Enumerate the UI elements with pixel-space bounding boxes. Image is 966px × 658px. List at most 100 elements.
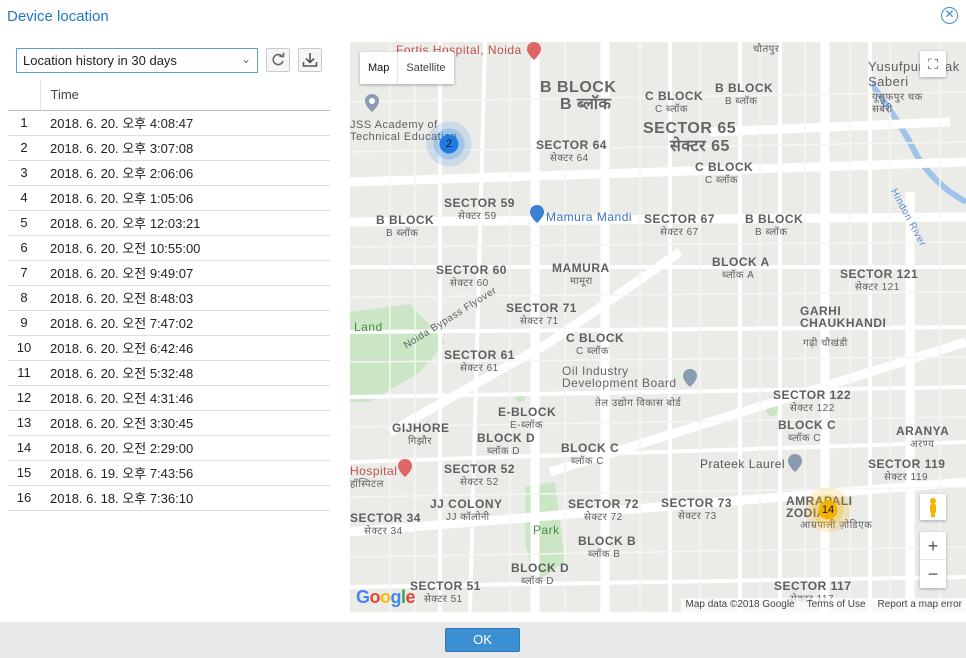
row-index: 10: [8, 335, 40, 361]
row-time: 2018. 6. 20. 오후 4:08:47: [40, 110, 330, 136]
table-row[interactable]: 7 2018. 6. 20. 오전 9:49:07: [8, 260, 330, 286]
map-label-sector119-hi: सेक्टर 119: [884, 472, 929, 483]
map-label-block-c-122: BLOCK C: [778, 418, 837, 432]
row-index: 13: [8, 410, 40, 436]
map-label-c-block-65-hi: C ब्लॉक: [705, 175, 739, 186]
zoom-out-button[interactable]: −: [920, 560, 946, 588]
table-row[interactable]: 15 2018. 6. 19. 오후 7:43:56: [8, 460, 330, 486]
table-row[interactable]: 12 2018. 6. 20. 오전 4:31:46: [8, 385, 330, 411]
map-label-yusufpur-hi: यूसुफपुर चक सबेरी: [872, 92, 923, 115]
map-label-oil-board: Oil Industry Development Board: [562, 364, 677, 390]
table-row[interactable]: 5 2018. 6. 20. 오후 12:03:21: [8, 210, 330, 236]
table-row[interactable]: 4 2018. 6. 20. 오후 1:05:06: [8, 185, 330, 211]
row-time: 2018. 6. 20. 오전 5:32:48: [40, 360, 330, 386]
map-label-sector71-hi: सेक्टर 71: [520, 316, 559, 327]
row-index: 3: [8, 160, 40, 186]
map-label-sector59-hi: सेक्टर 59: [458, 211, 497, 222]
map-label-block-b-hi: ब्लॉक B: [588, 549, 621, 560]
row-index: 12: [8, 385, 40, 411]
row-time: 2018. 6. 20. 오전 7:47:02: [40, 310, 330, 336]
map-label-gijhore-hi: गिझौर: [408, 436, 432, 447]
table-row[interactable]: 16 2018. 6. 18. 오후 7:36:10: [8, 485, 330, 511]
refresh-icon: [272, 52, 285, 66]
map-label-land: Land: [354, 320, 383, 334]
map-view[interactable]: Fortis Hospital, Noida B BLOCK B ब्लॉक C…: [350, 42, 966, 612]
zoom-in-button[interactable]: +: [920, 532, 946, 560]
table-row[interactable]: 11 2018. 6. 20. 오전 5:32:48: [8, 360, 330, 386]
map-label-aranya: ARANYA: [896, 424, 950, 438]
map-label-mamura: MAMURA: [552, 261, 610, 275]
shopping-pin-icon[interactable]: [530, 205, 544, 223]
map-type-satellite-button[interactable]: Satellite: [398, 52, 453, 84]
map-label-sector67-hi: सेक्टर 67: [660, 227, 699, 238]
map-label-sector73: SECTOR 73: [661, 496, 732, 510]
map-label-prateek: Prateek Laurel: [700, 457, 786, 471]
map-label-sector60-hi: सेक्टर 60: [450, 278, 489, 289]
residential-pin-icon[interactable]: [788, 454, 802, 472]
map-label-b-block-59: B BLOCK: [376, 213, 435, 227]
place-pin-icon[interactable]: [365, 94, 379, 112]
map-label-block-d2: BLOCK D: [511, 561, 570, 575]
hospital-pin-icon[interactable]: [527, 42, 541, 60]
map-label-hospital: Hospital: [350, 464, 398, 478]
map-label-block-a: BLOCK A: [712, 255, 770, 269]
download-icon: [302, 53, 318, 67]
map-label-sector121: SECTOR 121: [840, 267, 919, 281]
row-time: 2018. 6. 18. 오후 7:36:10: [40, 485, 330, 511]
table-row[interactable]: 3 2018. 6. 20. 오후 2:06:06: [8, 160, 330, 186]
range-select[interactable]: Location history in 30 days ⌄: [16, 48, 258, 73]
map-label-b-block: B BLOCK: [540, 79, 617, 96]
refresh-button[interactable]: [266, 48, 290, 72]
map-label-c-block-71: C BLOCK: [566, 331, 625, 345]
table-row[interactable]: 6 2018. 6. 20. 오전 10:55:00: [8, 235, 330, 261]
street-view-button[interactable]: [920, 494, 946, 520]
fullscreen-button[interactable]: ⛶: [920, 51, 946, 77]
close-icon[interactable]: ✕: [941, 7, 958, 24]
map-label-block-d-hi: ब्लॉक D: [487, 446, 521, 457]
map-label-mamura-mandi: Mamura Mandi: [546, 210, 633, 224]
table-row[interactable]: 8 2018. 6. 20. 오전 8:48:03: [8, 285, 330, 311]
map-label-block-a-hi: ब्लॉक A: [722, 270, 755, 281]
table-row[interactable]: 10 2018. 6. 20. 오전 6:42:46: [8, 335, 330, 361]
map-label-b-block-hi: B ब्लॉक: [560, 96, 612, 113]
location-history-panel: Location history in 30 days ⌄ Time 1 2018…: [8, 42, 330, 612]
map-label-jj-colony: JJ COLONY: [430, 497, 503, 511]
map-label-sector121-hi: सेक्टर 121: [855, 282, 900, 293]
map-label-block-d2-hi: ब्लॉक D: [521, 576, 555, 587]
table-row[interactable]: 2 2018. 6. 20. 오후 3:07:08: [8, 135, 330, 161]
map-label-b-block-59-hi: B ब्लॉक: [386, 228, 419, 239]
map-label-sector71: SECTOR 71: [506, 301, 577, 315]
map-type-map-button[interactable]: Map: [360, 52, 399, 84]
terms-of-use-link[interactable]: Terms of Use: [807, 598, 866, 612]
col-time-header[interactable]: Time: [40, 80, 330, 111]
map-label-block-c: BLOCK C: [561, 441, 620, 455]
map-label-block-b: BLOCK B: [578, 534, 637, 548]
map-type-control: Map Satellite: [360, 52, 454, 84]
map-label-oil-board-hi: तेल उद्योग विकास बोर्ड: [595, 398, 682, 409]
hospital-pin-icon[interactable]: [398, 459, 412, 477]
map-label-sector34: SECTOR 34: [350, 511, 421, 525]
row-time: 2018. 6. 20. 오후 12:03:21: [40, 210, 330, 236]
zoom-control: + −: [920, 532, 946, 588]
map-label-sector122-hi: सेक्टर 122: [790, 403, 835, 414]
building-pin-icon[interactable]: [683, 369, 697, 387]
location-cluster-marker[interactable]: 14: [805, 487, 851, 533]
table-row[interactable]: 9 2018. 6. 20. 오전 7:47:02: [8, 310, 330, 336]
download-button[interactable]: [298, 48, 322, 72]
map-data-attribution: Map data ©2018 Google: [685, 599, 795, 610]
map-label-sector72-hi: सेक्टर 72: [584, 512, 623, 523]
report-map-error-link[interactable]: Report a map error: [878, 598, 962, 612]
map-label-block-c-hi: ब्लॉक C: [571, 456, 605, 467]
location-cluster-marker[interactable]: 2: [426, 121, 472, 167]
table-row[interactable]: 1 2018. 6. 20. 오후 4:08:47: [8, 110, 330, 136]
ok-button[interactable]: OK: [445, 628, 520, 652]
map-label-c-block: C BLOCK: [645, 89, 704, 103]
row-index: 7: [8, 260, 40, 286]
map-label-sector72: SECTOR 72: [568, 497, 639, 511]
table-row[interactable]: 14 2018. 6. 20. 오전 2:29:00: [8, 435, 330, 461]
map-label-sector61: SECTOR 61: [444, 348, 515, 362]
map-label-sector64-hi: सेक्टर 64: [550, 153, 589, 164]
map-label-sector59: SECTOR 59: [444, 196, 515, 210]
table-row[interactable]: 13 2018. 6. 20. 오전 3:30:45: [8, 410, 330, 436]
row-time: 2018. 6. 20. 오전 2:29:00: [40, 435, 330, 461]
